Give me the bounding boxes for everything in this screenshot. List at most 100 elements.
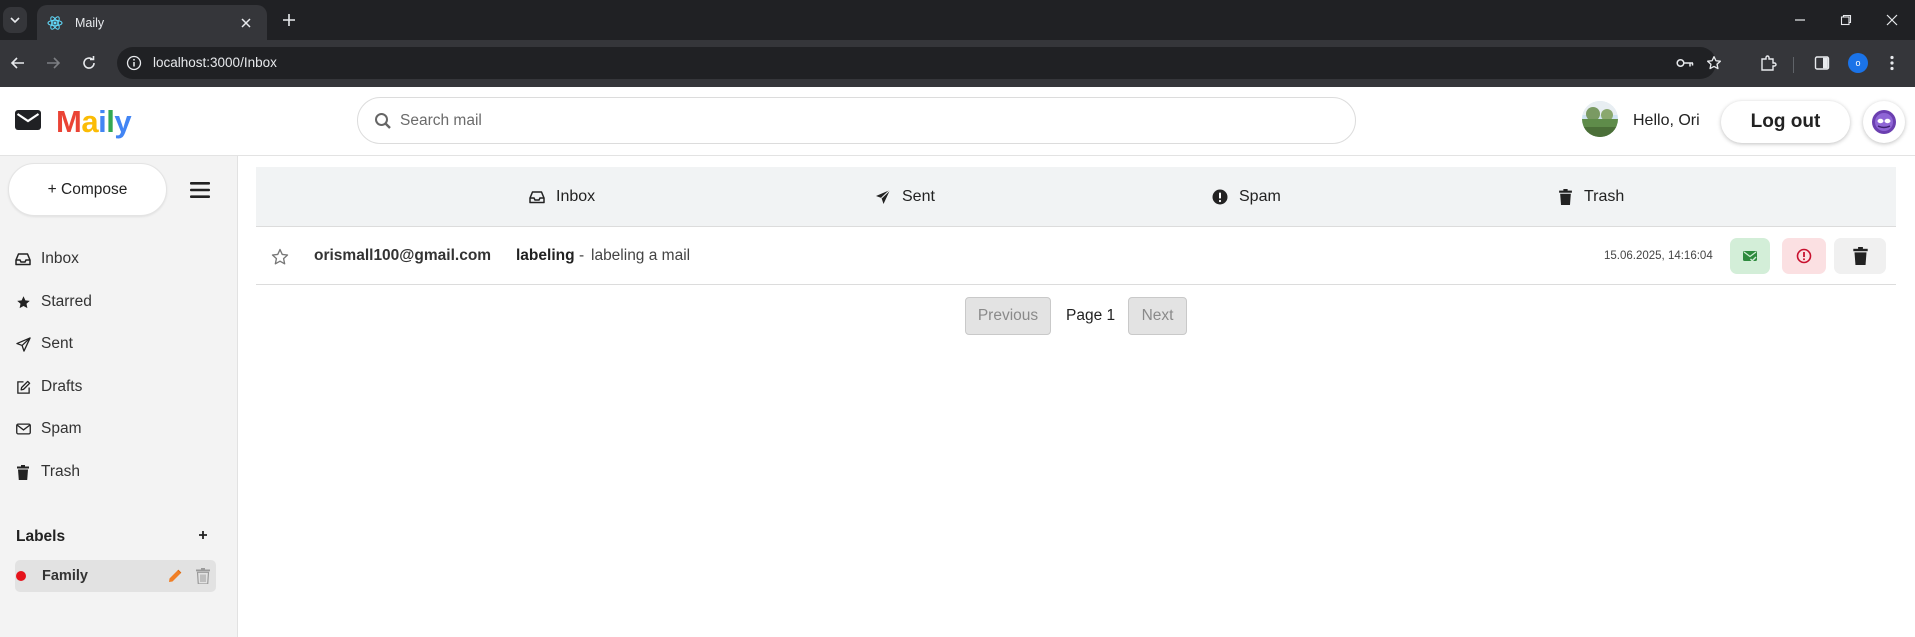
sidebar-item-label: Sent xyxy=(41,335,73,352)
plus-icon xyxy=(283,14,295,26)
side-panel-icon[interactable] xyxy=(1810,51,1834,75)
logo-letter: i xyxy=(98,104,107,139)
envelope-icon xyxy=(15,421,31,437)
inbox-icon xyxy=(528,188,546,206)
send-icon xyxy=(874,188,892,206)
inbox-icon xyxy=(15,251,31,267)
mail-date: 15.06.2025, 14:16:04 xyxy=(1604,250,1713,262)
tab-label: Spam xyxy=(1239,188,1281,205)
mail-separator: - xyxy=(579,247,585,264)
next-page-button[interactable]: Next xyxy=(1128,297,1187,335)
new-tab-button[interactable] xyxy=(278,9,300,31)
extensions-icon[interactable] xyxy=(1756,51,1780,75)
browser-toolbar: localhost:3000/Inbox o xyxy=(0,40,1915,87)
mail-sender: orismall100@gmail.com xyxy=(314,247,492,264)
sidebar-item-drafts[interactable]: Drafts xyxy=(15,375,82,399)
pencil-icon[interactable] xyxy=(167,568,183,584)
search-bar[interactable] xyxy=(357,97,1356,144)
site-info-icon[interactable] xyxy=(125,54,143,72)
mail-snippet: labeling a mail xyxy=(591,247,691,264)
tab-sent[interactable]: Sent xyxy=(874,186,935,208)
sidebar: + Compose Inbox Starred Sent Drafts Spam… xyxy=(0,156,238,637)
page-indicator: Page 1 xyxy=(1066,307,1116,324)
sidebar-item-trash[interactable]: Trash xyxy=(15,460,80,484)
close-window-button[interactable] xyxy=(1880,8,1904,32)
close-icon xyxy=(1886,14,1898,26)
trash-icon[interactable] xyxy=(196,568,210,584)
search-input[interactable] xyxy=(398,107,1302,135)
envelope-icon xyxy=(15,110,41,130)
app-logo[interactable]: Maily xyxy=(56,104,132,140)
sidebar-item-label: Spam xyxy=(41,420,82,437)
tab-spam[interactable]: Spam xyxy=(1211,186,1281,208)
mail-list-item[interactable]: orismall100@gmail.com labeling - labelin… xyxy=(256,228,1896,285)
sidebar-item-label: Inbox xyxy=(41,250,79,267)
sidebar-item-sent[interactable]: Sent xyxy=(15,332,73,356)
trash-icon xyxy=(1852,247,1868,265)
logo-letter: l xyxy=(106,104,115,139)
trash-icon xyxy=(15,464,31,480)
back-button[interactable] xyxy=(6,51,30,75)
sidebar-item-label: Trash xyxy=(41,463,81,480)
sidebar-item-label: Drafts xyxy=(41,378,83,395)
compose-button[interactable]: + Compose xyxy=(8,163,167,216)
sidebar-item-starred[interactable]: Starred xyxy=(15,290,92,314)
url-text: localhost:3000/Inbox xyxy=(153,55,277,70)
arrow-left-icon xyxy=(10,57,24,69)
logo-letter: M xyxy=(56,104,82,139)
more-vertical-icon xyxy=(1890,55,1894,71)
tab-trash[interactable]: Trash xyxy=(1556,186,1624,208)
mark-read-button[interactable] xyxy=(1730,238,1770,274)
address-bar[interactable]: localhost:3000/Inbox xyxy=(117,47,1721,79)
bookmark-star-icon[interactable] xyxy=(1704,53,1724,73)
forward-button[interactable] xyxy=(41,51,65,75)
label-name: Family xyxy=(42,568,88,584)
previous-page-button[interactable]: Previous xyxy=(965,297,1051,335)
plus-icon[interactable] xyxy=(196,528,210,542)
close-icon[interactable] xyxy=(237,14,255,32)
edit-icon xyxy=(15,379,31,395)
logo-letter: y xyxy=(114,104,132,139)
logout-button[interactable]: Log out xyxy=(1721,101,1850,143)
logo-letter: a xyxy=(81,104,99,139)
tab-label: Sent xyxy=(902,188,935,205)
chrome-menu-button[interactable] xyxy=(1880,51,1904,75)
browser-tab-active[interactable]: Maily xyxy=(37,5,267,40)
chevron-down-icon xyxy=(10,17,20,24)
sidebar-item-label: Starred xyxy=(41,293,92,310)
search-icon xyxy=(375,113,391,129)
restore-icon xyxy=(1840,14,1852,26)
label-color-dot xyxy=(16,571,26,581)
toolbar-divider xyxy=(1793,57,1794,73)
tab-label: Trash xyxy=(1584,188,1625,205)
labels-heading: Labels xyxy=(16,528,66,545)
profile-avatar: o xyxy=(1848,53,1868,73)
star-outline-icon[interactable] xyxy=(270,247,290,267)
browser-tab-strip: Maily xyxy=(0,0,1915,40)
theme-toggle-button[interactable] xyxy=(1863,101,1905,143)
minimize-icon xyxy=(1795,19,1805,21)
arrow-right-icon xyxy=(47,57,61,69)
folder-tabs: Inbox Sent Spam Trash xyxy=(256,167,1896,227)
profile-button[interactable]: o xyxy=(1846,51,1870,75)
user-greeting: Hello, Ori xyxy=(1633,112,1700,129)
password-key-icon[interactable] xyxy=(1675,53,1695,73)
mail-subject: labeling xyxy=(516,247,575,264)
minimize-button[interactable] xyxy=(1788,8,1812,32)
tab-search-button[interactable] xyxy=(3,7,27,33)
reload-button[interactable] xyxy=(77,51,101,75)
trash-icon xyxy=(1556,188,1574,206)
sidebar-item-inbox[interactable]: Inbox xyxy=(15,247,79,271)
star-icon xyxy=(15,294,31,310)
react-icon xyxy=(47,15,63,31)
user-avatar[interactable] xyxy=(1582,101,1618,137)
restore-button[interactable] xyxy=(1834,8,1858,32)
report-spam-button[interactable] xyxy=(1782,238,1826,274)
label-item-family[interactable]: Family xyxy=(15,560,216,592)
sidebar-item-spam[interactable]: Spam xyxy=(15,417,82,441)
tab-inbox[interactable]: Inbox xyxy=(528,186,595,208)
delete-mail-button[interactable] xyxy=(1834,238,1886,274)
send-icon xyxy=(15,336,31,352)
hamburger-menu-icon[interactable] xyxy=(190,182,210,198)
reload-icon xyxy=(83,56,95,69)
